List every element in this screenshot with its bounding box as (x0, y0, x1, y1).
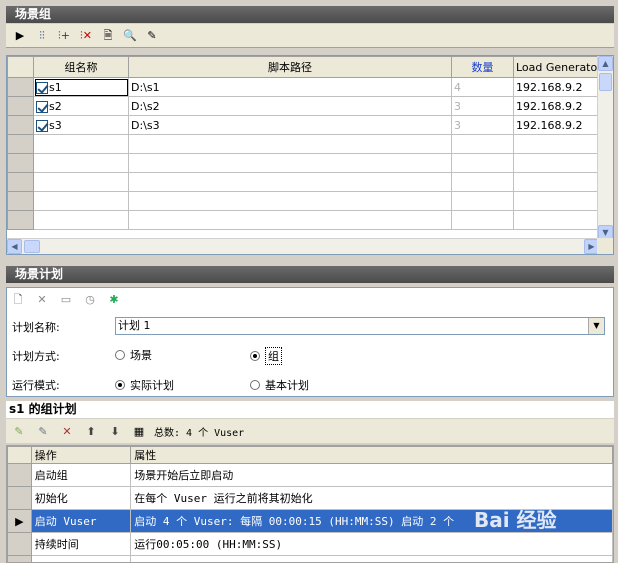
group-name: s3 (49, 118, 62, 132)
scenario-groups-grid: 组名称 脚本路径 数量 Load Generator s1 D:\s1 4 19… (6, 55, 614, 255)
mode-group-radio[interactable]: 组 (250, 347, 282, 365)
empty-row[interactable] (7, 191, 605, 211)
add-group-icon[interactable]: ⫶+ (55, 27, 73, 45)
run-mode-label: 运行模式: (12, 379, 60, 392)
load-generator[interactable]: 192.168.9.2 (513, 96, 605, 116)
script-path[interactable]: D:\s2 (128, 96, 452, 116)
horizontal-scrollbar[interactable]: ◀ ▶ (7, 238, 599, 254)
play-icon[interactable]: ▶ (11, 27, 29, 45)
enabled-checkbox[interactable] (36, 81, 48, 94)
delete-action-icon[interactable]: ✕ (58, 422, 76, 440)
empty-row[interactable] (7, 153, 605, 173)
edit-action-icon[interactable]: ✎ (34, 422, 52, 440)
load-generator[interactable]: 192.168.9.2 (513, 115, 605, 135)
table-row[interactable]: s2 D:\s2 3 192.168.9.2 (7, 96, 605, 116)
clock-icon[interactable]: ◷ (81, 290, 99, 308)
inspect-icon[interactable]: 🔍 (121, 27, 139, 45)
scroll-up-icon[interactable]: ▲ (598, 56, 613, 71)
radio-selected-icon[interactable] (250, 351, 260, 361)
group-plan-toolbar: ✎ ✎ ✕ ⬆ ⬇ ▦ 总数: 4 个 Vuser (6, 419, 614, 443)
script-path[interactable]: D:\s3 (128, 115, 452, 135)
total-vusers: 总数: 4 个 Vuser (154, 427, 245, 439)
run-basic-radio[interactable]: 基本计划 (250, 377, 309, 393)
remove-group-icon[interactable]: ⫶✕ (77, 27, 95, 45)
schedule-name-value: 计划 1 (118, 319, 151, 332)
schedule-name-select[interactable]: 计划 1 ▼ (115, 317, 605, 335)
empty-row[interactable] (7, 172, 605, 192)
schedule-mode-label: 计划方式: (12, 350, 60, 363)
scenario-schedule-title: 场景计划 (6, 266, 614, 283)
new-schedule-icon[interactable]: 🗋 (9, 290, 27, 308)
group-icon[interactable]: ⫶⫶ (33, 27, 51, 45)
scenario-groups-title: 场景组 (6, 6, 614, 23)
grid-header-row: 组名称 脚本路径 数量 Load Generator (7, 56, 605, 78)
list-item[interactable]: 启动组 场景开始后立即启动 (7, 463, 613, 487)
rename-icon[interactable]: ▭ (57, 290, 75, 308)
table-row[interactable]: s3 D:\s3 3 192.168.9.2 (7, 115, 605, 135)
run-real-radio[interactable]: 实际计划 (115, 377, 174, 393)
group-name: s1 (49, 80, 62, 94)
move-down-icon[interactable]: ⬇ (106, 422, 124, 440)
mode-scenario-radio[interactable]: 场景 (115, 347, 152, 363)
col-action[interactable]: 操作 (30, 446, 132, 464)
list-item[interactable] (7, 555, 613, 562)
group-plan-title: s1 的组计划 (6, 401, 614, 418)
col-load-generator[interactable]: Load Generator (513, 56, 605, 78)
group-name: s2 (49, 99, 62, 113)
radio-icon[interactable] (115, 350, 125, 360)
radio-selected-icon[interactable] (115, 380, 125, 390)
scenario-groups-toolbar: ▶ ⫶⫶ ⫶+ ⫶✕ 🗎 🔍 ✎ (6, 24, 614, 48)
col-script-path[interactable]: 脚本路径 (128, 56, 452, 78)
col-quantity[interactable]: 数量 (451, 56, 514, 78)
quantity[interactable]: 3 (451, 96, 514, 116)
scenario-schedule-panel: 🗋 ✕ ▭ ◷ ✱ 计划名称: 计划 1 ▼ 计划方式: 场景 组 运行模式: … (6, 287, 614, 397)
empty-row[interactable] (7, 210, 605, 230)
enabled-checkbox[interactable] (36, 100, 48, 113)
delete-icon[interactable]: ✕ (33, 290, 51, 308)
wizard-icon[interactable]: ✱ (105, 290, 123, 308)
radio-icon[interactable] (250, 380, 260, 390)
quantity[interactable]: 4 (451, 77, 514, 97)
add-action-icon[interactable]: ✎ (10, 422, 28, 440)
col-property[interactable]: 属性 (130, 446, 613, 464)
col-group-name[interactable]: 组名称 (33, 56, 129, 78)
quantity[interactable]: 3 (451, 115, 514, 135)
horizontal-scroll-thumb[interactable] (24, 240, 40, 253)
details-icon[interactable]: 🗎 (99, 27, 117, 45)
group-plan-header: 操作 属性 (7, 446, 613, 464)
vertical-scroll-thumb[interactable] (599, 73, 612, 91)
load-generator[interactable]: 192.168.9.2 (513, 77, 605, 97)
scroll-left-icon[interactable]: ◀ (7, 239, 22, 254)
watermark-logo: Bai 经验 jingyan.baidu.com (474, 508, 557, 542)
move-up-icon[interactable]: ⬆ (82, 422, 100, 440)
schedule-name-label: 计划名称: (12, 321, 60, 334)
vertical-scrollbar[interactable]: ▲ ▼ (597, 56, 613, 240)
script-path[interactable]: D:\s1 (128, 77, 452, 97)
table-row[interactable]: s1 D:\s1 4 192.168.9.2 (7, 77, 605, 97)
enabled-checkbox[interactable] (36, 119, 48, 132)
row-pointer-icon: ▶ (7, 509, 32, 533)
grid-view-icon[interactable]: ▦ (130, 422, 148, 440)
chevron-down-icon[interactable]: ▼ (588, 318, 604, 334)
scrollbar-corner (597, 238, 613, 254)
edit-icon[interactable]: ✎ (143, 27, 161, 45)
empty-row[interactable] (7, 134, 605, 154)
